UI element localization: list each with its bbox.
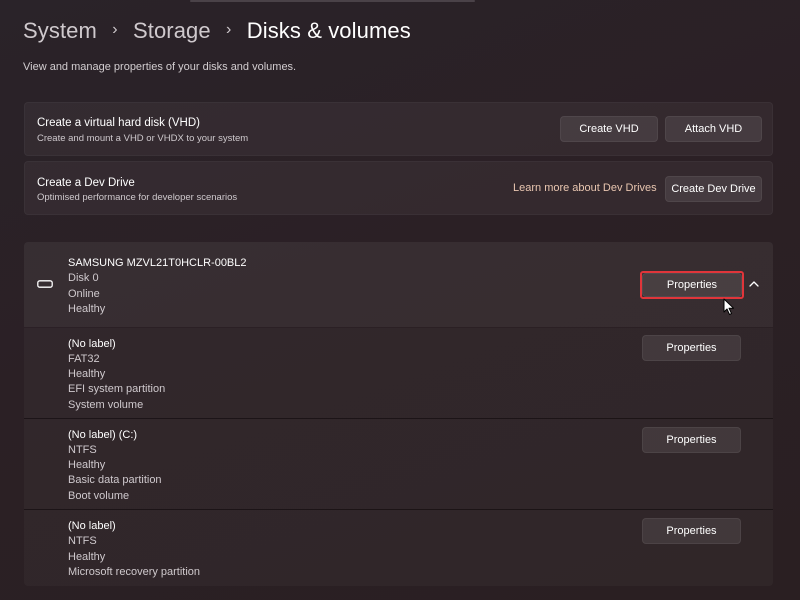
dev-drive-card-title: Create a Dev Drive xyxy=(37,177,135,189)
volume-type: EFI system partition xyxy=(68,383,166,395)
disk-header[interactable]: SAMSUNG MZVL21T0HCLR-00BL2 Disk 0 Online… xyxy=(24,242,773,327)
learn-more-dev-drives-link[interactable]: Learn more about Dev Drives xyxy=(513,182,657,194)
volume-role: Boot volume xyxy=(68,490,130,502)
volume-label: (No label) xyxy=(68,520,116,532)
mouse-cursor-icon xyxy=(723,298,734,315)
disk-status: Online xyxy=(68,288,100,300)
disk-name: SAMSUNG MZVL21T0HCLR-00BL2 xyxy=(68,257,247,269)
create-dev-drive-button[interactable]: Create Dev Drive xyxy=(665,176,762,202)
volume-label: (No label) xyxy=(68,338,116,350)
breadcrumb-system[interactable]: System xyxy=(23,18,97,44)
vhd-card-title: Create a virtual hard disk (VHD) xyxy=(37,117,200,129)
dev-drive-card-description: Optimised performance for developer scen… xyxy=(37,192,238,203)
volume-item: (No label) (C:) NTFS Healthy Basic data … xyxy=(24,419,773,509)
volume-properties-button[interactable]: Properties xyxy=(642,518,741,544)
volume-properties-button[interactable]: Properties xyxy=(642,427,741,453)
volume-health: Healthy xyxy=(68,459,106,471)
create-vhd-button[interactable]: Create VHD xyxy=(560,116,658,142)
volume-type: Basic data partition xyxy=(68,474,162,486)
volume-label: (No label) (C:) xyxy=(68,429,138,441)
volume-health: Healthy xyxy=(68,368,106,380)
drive-icon xyxy=(37,280,53,288)
disk-properties-button[interactable]: Properties xyxy=(642,273,742,297)
chevron-right-icon: › xyxy=(226,21,232,38)
volume-health: Healthy xyxy=(68,551,106,563)
volume-type: Microsoft recovery partition xyxy=(68,566,201,578)
disk-health: Healthy xyxy=(68,303,106,315)
breadcrumb-storage[interactable]: Storage xyxy=(133,18,211,44)
volume-filesystem: NTFS xyxy=(68,444,97,456)
disk-number: Disk 0 xyxy=(68,272,99,284)
breadcrumb: System › Storage › Disks & volumes xyxy=(23,14,411,48)
dev-drive-card: Create a Dev Drive Optimised performance… xyxy=(24,161,773,215)
volume-filesystem: FAT32 xyxy=(68,353,100,365)
volume-role: System volume xyxy=(68,399,144,411)
page-title: Disks & volumes xyxy=(246,18,411,43)
disk-group: SAMSUNG MZVL21T0HCLR-00BL2 Disk 0 Online… xyxy=(24,242,773,586)
vhd-card: Create a virtual hard disk (VHD) Create … xyxy=(24,102,773,156)
window-top-edge xyxy=(190,0,475,2)
volume-filesystem: NTFS xyxy=(68,535,97,547)
volume-properties-button[interactable]: Properties xyxy=(642,335,741,361)
volume-item: (No label) FAT32 Healthy EFI system part… xyxy=(24,328,773,418)
chevron-right-icon: › xyxy=(112,21,118,38)
page-subtitle: View and manage properties of your disks… xyxy=(23,61,297,73)
chevron-up-icon[interactable] xyxy=(748,279,760,289)
vhd-card-description: Create and mount a VHD or VHDX to your s… xyxy=(37,133,249,144)
attach-vhd-button[interactable]: Attach VHD xyxy=(665,116,762,142)
volume-item: (No label) NTFS Healthy Microsoft recove… xyxy=(24,510,773,586)
